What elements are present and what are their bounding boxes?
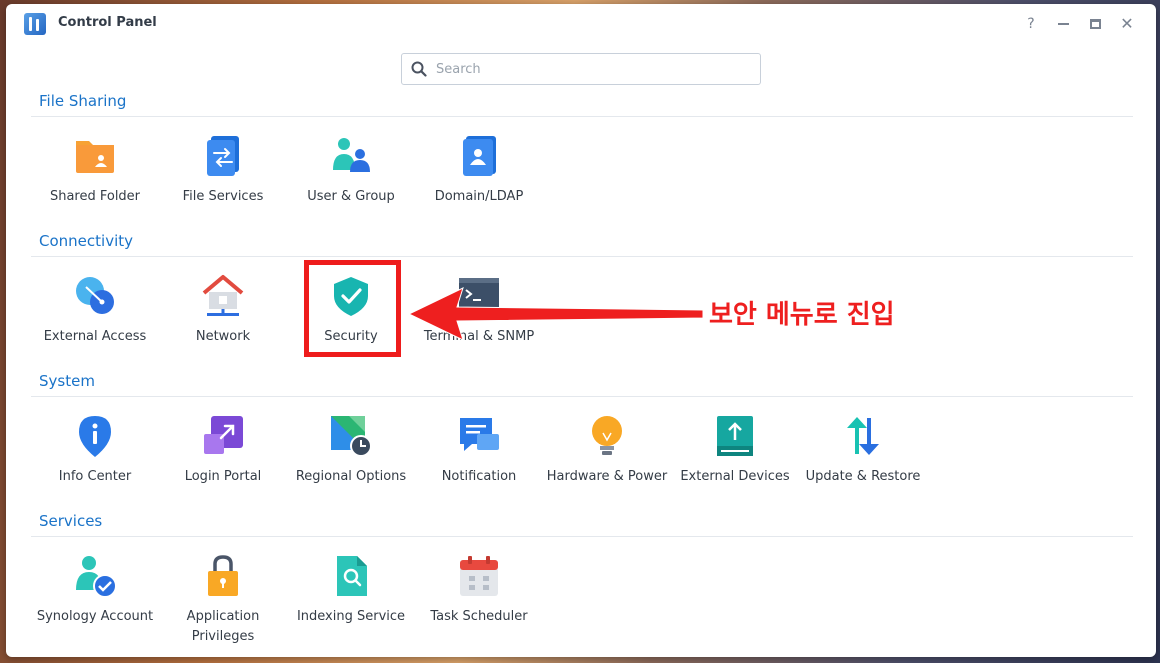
item-shared-folder[interactable]: Shared Folder bbox=[31, 134, 159, 207]
help-button[interactable]: ? bbox=[1019, 12, 1043, 36]
item-label: Notification bbox=[441, 469, 517, 484]
search-input[interactable] bbox=[436, 61, 736, 77]
item-label: File Services bbox=[182, 189, 264, 204]
domain-ldap-icon bbox=[463, 136, 496, 176]
maximize-button[interactable] bbox=[1083, 12, 1107, 36]
item-synology-account[interactable]: Synology Account bbox=[31, 554, 159, 627]
item-label: Application Privileges bbox=[186, 609, 260, 644]
login-portal-icon bbox=[204, 416, 243, 454]
section-title-connectivity: Connectivity bbox=[39, 232, 133, 250]
info-center-icon bbox=[79, 416, 111, 457]
item-label: User & Group bbox=[307, 189, 395, 204]
item-file-services[interactable]: File Services bbox=[159, 134, 287, 207]
section-title-system: System bbox=[39, 372, 95, 390]
item-label: Indexing Service bbox=[296, 609, 406, 624]
shared-folder-icon bbox=[76, 141, 114, 173]
title-bar: Control Panel ? ✕ bbox=[6, 4, 1156, 44]
network-icon bbox=[202, 275, 244, 316]
external-access-icon bbox=[76, 277, 114, 314]
item-indexing-service[interactable]: Indexing Service bbox=[287, 554, 415, 627]
maximize-icon bbox=[1089, 19, 1101, 29]
annotation-text: 보안 메뉴로 진입 bbox=[709, 300, 895, 330]
section-divider bbox=[31, 116, 1133, 117]
task-scheduler-icon bbox=[460, 556, 498, 596]
update-restore-icon bbox=[847, 417, 879, 455]
external-devices-icon bbox=[717, 416, 753, 456]
security-highlight-box bbox=[304, 260, 401, 357]
window-title: Control Panel bbox=[58, 15, 157, 30]
item-label: External Devices bbox=[680, 469, 790, 484]
indexing-service-icon bbox=[337, 556, 367, 596]
section-divider bbox=[31, 256, 1133, 257]
item-label: Shared Folder bbox=[49, 189, 141, 204]
regional-options-icon bbox=[331, 416, 372, 457]
item-label: Update & Restore bbox=[805, 469, 921, 484]
annotation-arrow bbox=[407, 287, 704, 341]
item-label: Hardware & Power bbox=[546, 469, 668, 484]
notification-icon bbox=[460, 418, 499, 451]
control-panel-app-icon bbox=[24, 13, 46, 35]
item-label: Synology Account bbox=[36, 609, 154, 624]
minimize-icon bbox=[1057, 23, 1069, 25]
item-label: External Access bbox=[43, 329, 147, 344]
search-icon bbox=[411, 61, 427, 77]
item-label: Network bbox=[195, 329, 251, 344]
section-divider bbox=[31, 536, 1133, 537]
item-external-access[interactable]: External Access bbox=[31, 274, 159, 347]
close-button[interactable]: ✕ bbox=[1115, 12, 1139, 36]
item-domain-ldap[interactable]: Domain/LDAP bbox=[415, 134, 543, 207]
application-privileges-icon bbox=[208, 555, 238, 596]
item-external-devices[interactable]: External Devices bbox=[671, 414, 799, 487]
item-login-portal[interactable]: Login Portal bbox=[159, 414, 287, 487]
item-label: Task Scheduler bbox=[430, 609, 528, 624]
user-group-icon bbox=[333, 138, 370, 172]
section-divider bbox=[31, 396, 1133, 397]
item-label: Login Portal bbox=[184, 469, 262, 484]
item-hardware-power[interactable]: Hardware & Power bbox=[543, 414, 671, 487]
minimize-button[interactable] bbox=[1051, 12, 1075, 36]
item-regional-options[interactable]: Regional Options bbox=[287, 414, 415, 487]
item-network[interactable]: Network bbox=[159, 274, 287, 347]
item-update-restore[interactable]: Update & Restore bbox=[799, 414, 927, 487]
item-application-privileges[interactable]: Application Privileges bbox=[159, 554, 287, 647]
item-label: Regional Options bbox=[295, 469, 407, 484]
control-panel-window: Control Panel ? ✕ File Sharing Shared Fo… bbox=[6, 4, 1156, 657]
section-title-file-sharing: File Sharing bbox=[39, 92, 127, 110]
section-title-services: Services bbox=[39, 512, 103, 530]
item-info-center[interactable]: Info Center bbox=[31, 414, 159, 487]
item-label: Info Center bbox=[58, 469, 132, 484]
search-box[interactable] bbox=[401, 53, 761, 85]
file-services-icon bbox=[207, 136, 239, 176]
synology-account-icon bbox=[76, 556, 117, 598]
item-notification[interactable]: Notification bbox=[415, 414, 543, 487]
item-user-group[interactable]: User & Group bbox=[287, 134, 415, 207]
item-label: Domain/LDAP bbox=[434, 189, 524, 204]
item-task-scheduler[interactable]: Task Scheduler bbox=[415, 554, 543, 627]
hardware-power-icon bbox=[592, 416, 622, 455]
